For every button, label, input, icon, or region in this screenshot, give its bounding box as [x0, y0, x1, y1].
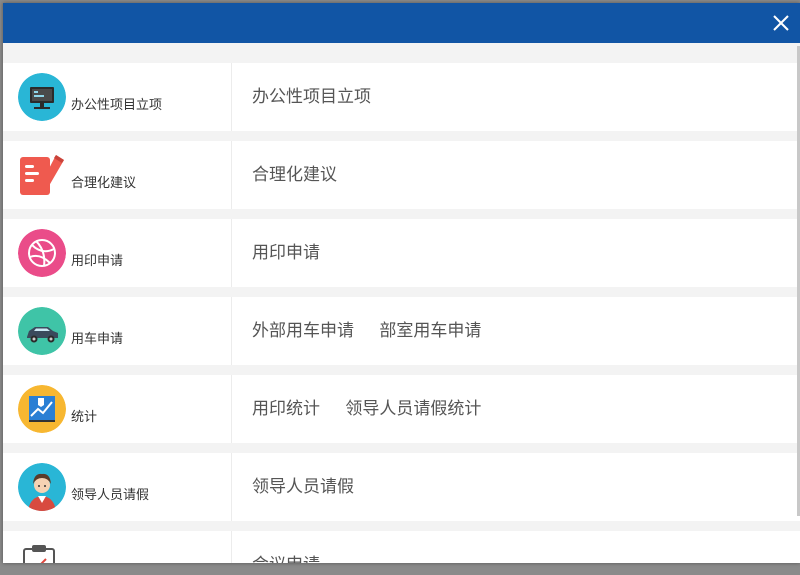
links-area: 用印申请 [252, 219, 340, 287]
links-area: 外部用车申请 部室用车申请 [252, 297, 501, 365]
links-area: 办公性项目立项 [252, 63, 391, 131]
clipboard-icon [18, 541, 66, 563]
link-external-vehicle[interactable]: 外部用车申请 [252, 321, 354, 341]
link-meeting-application[interactable]: 会议申请 [252, 555, 320, 563]
list-item-leader-leave: 领导人员请假 领导人员请假 [3, 453, 800, 521]
category-cell[interactable]: 办公性项目立项 [3, 63, 232, 131]
category-label: 统计 [71, 410, 98, 425]
computer-monitor-icon [18, 73, 66, 121]
link-suggestion[interactable]: 合理化建议 [252, 165, 337, 185]
list-item-seal-application: 用印申请 用印申请 [3, 219, 800, 287]
category-cell[interactable]: 用车申请 [3, 297, 232, 365]
car-icon [18, 307, 66, 355]
dialog-header [3, 3, 800, 43]
document-pen-icon [18, 151, 66, 199]
category-label: 领导人员请假 [71, 488, 150, 503]
category-cell[interactable]: 领导人员请假 [3, 453, 232, 521]
list-item-meeting-application: 会议申请 [3, 531, 800, 563]
list-item-suggestion: 合理化建议 合理化建议 [3, 141, 800, 209]
dialog: 办公性项目立项 办公性项目立项 合理化建议 合理化建议 用印申请 用印申请 用车… [3, 3, 800, 563]
links-area: 会议申请 [252, 531, 340, 563]
links-area: 合理化建议 [252, 141, 357, 209]
category-cell[interactable]: 合理化建议 [3, 141, 232, 209]
category-cell[interactable] [3, 531, 232, 563]
list-item-vehicle-application: 用车申请 外部用车申请 部室用车申请 [3, 297, 800, 365]
link-seal-statistics[interactable]: 用印统计 [252, 399, 320, 419]
person-avatar-icon [18, 463, 66, 511]
seal-ball-icon [18, 229, 66, 277]
link-leave-statistics[interactable]: 领导人员请假统计 [345, 399, 481, 419]
category-label: 用印申请 [71, 254, 124, 269]
link-department-vehicle[interactable]: 部室用车申请 [379, 321, 481, 341]
category-label: 用车申请 [71, 332, 124, 347]
category-label: 合理化建议 [71, 176, 137, 191]
category-label: 办公性项目立项 [71, 98, 163, 113]
category-cell[interactable]: 统计 [3, 375, 232, 443]
close-button[interactable] [767, 9, 795, 37]
link-seal-application[interactable]: 用印申请 [252, 243, 320, 263]
links-area: 用印统计 领导人员请假统计 [252, 375, 501, 443]
links-area: 领导人员请假 [252, 453, 374, 521]
chart-statistics-icon [18, 385, 66, 433]
close-icon [773, 15, 789, 31]
list-item-statistics: 统计 用印统计 领导人员请假统计 [3, 375, 800, 443]
application-list: 办公性项目立项 办公性项目立项 合理化建议 合理化建议 用印申请 用印申请 用车… [3, 63, 800, 563]
link-office-project[interactable]: 办公性项目立项 [252, 87, 371, 107]
list-item-office-project: 办公性项目立项 办公性项目立项 [3, 63, 800, 131]
category-cell[interactable]: 用印申请 [3, 219, 232, 287]
link-leader-leave[interactable]: 领导人员请假 [252, 477, 354, 497]
